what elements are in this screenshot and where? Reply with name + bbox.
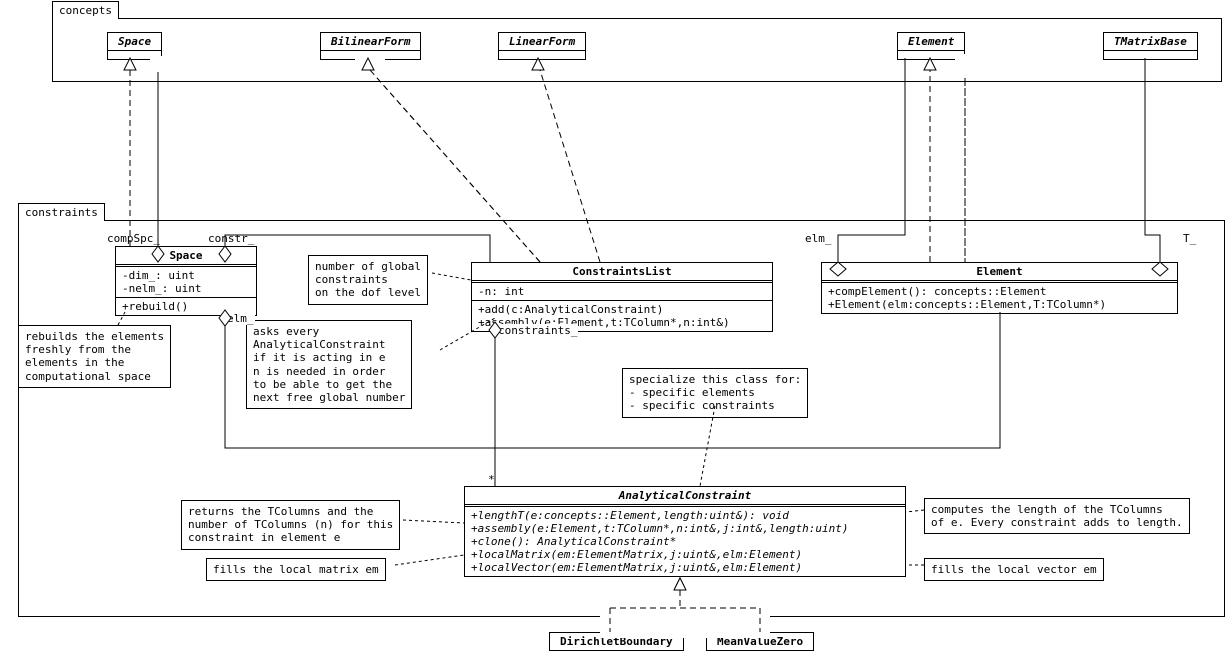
note-specialize: specialize this class for: - specific el… bbox=[622, 368, 808, 418]
role-elm2: elm_ bbox=[226, 312, 255, 325]
class-constraints-constraintslist: ConstraintsList -n: int +add(c:Analytica… bbox=[471, 262, 773, 332]
class-dirichletboundary: DirichletBoundary bbox=[549, 632, 684, 651]
note-length: computes the length of the TColumns of e… bbox=[924, 498, 1190, 534]
note-fillvector: fills the local vector em bbox=[924, 558, 1104, 581]
note-rebuild: rebuilds the elements freshly from the e… bbox=[18, 325, 171, 388]
class-concepts-space: Space bbox=[107, 32, 162, 60]
note-asks: asks every AnalyticalConstraint if it is… bbox=[246, 320, 412, 409]
class-meanvaluezero: MeanValueZero bbox=[706, 632, 814, 651]
note-fillmatrix: fills the local matrix em bbox=[206, 558, 386, 581]
package-constraints-label: constraints bbox=[18, 203, 105, 221]
role-T: T_ bbox=[1182, 232, 1197, 245]
class-constraints-analyticalconstraint: AnalyticalConstraint +lengthT(e:concepts… bbox=[464, 486, 906, 577]
role-constraints: constraints_ bbox=[497, 324, 578, 337]
class-constraints-element: Element +compElement(): concepts::Elemen… bbox=[821, 262, 1178, 314]
package-concepts-label: concepts bbox=[52, 1, 119, 19]
role-star1: * bbox=[487, 473, 496, 486]
class-constraints-space: Space -dim_: uint -nelm_: uint +rebuild(… bbox=[115, 246, 257, 316]
role-compspc: compSpc_ bbox=[106, 232, 161, 245]
class-concepts-tmatrixbase: TMatrixBase bbox=[1103, 32, 1198, 60]
note-returns: returns the TColumns and the number of T… bbox=[181, 500, 400, 550]
role-elm: elm_ bbox=[804, 232, 833, 245]
class-concepts-element: Element bbox=[897, 32, 965, 60]
note-number: number of global constraints on the dof … bbox=[308, 255, 428, 305]
class-concepts-bilinearform: BilinearForm bbox=[320, 32, 421, 60]
package-concepts: concepts bbox=[52, 18, 1222, 82]
role-constr: constr_ bbox=[207, 232, 255, 245]
class-concepts-linearform: LinearForm bbox=[498, 32, 586, 60]
